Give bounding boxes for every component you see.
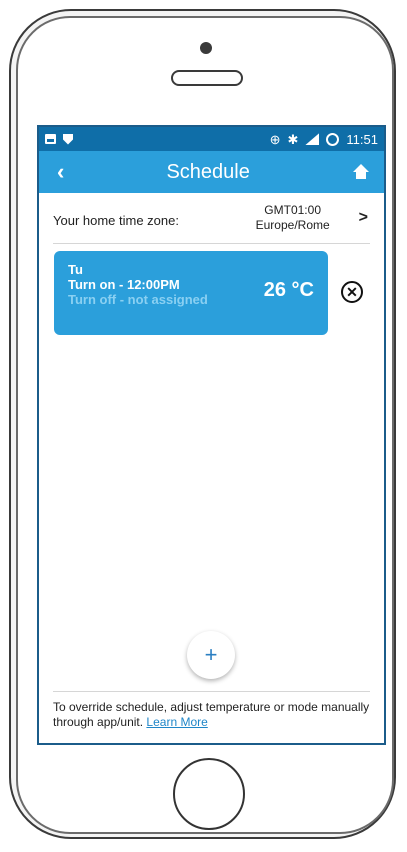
schedule-temperature: 26 °C	[263, 279, 314, 301]
timezone-label: Your home time zone:	[53, 212, 179, 228]
schedule-card[interactable]: Tu Turn on - 12:00PM Turn off - not assi…	[54, 251, 328, 335]
signal-icon	[305, 133, 320, 145]
timezone-offset: GMT01:00	[264, 203, 321, 217]
home-icon-body	[355, 171, 366, 179]
plus-icon: +	[204, 642, 218, 667]
schedule-day: Tu	[68, 262, 83, 277]
add-schedule-button[interactable]: +	[187, 631, 235, 679]
image-icon	[45, 134, 56, 144]
status-time: 11:51	[346, 131, 378, 147]
status-right-icons: ⊕ ✱ 11:51	[270, 132, 378, 147]
chevron-right-icon[interactable]: >	[359, 209, 368, 227]
home-icon[interactable]	[352, 163, 370, 181]
bluetooth-icon: ✱	[287, 131, 299, 147]
timezone-region: Europe/Rome	[255, 218, 330, 232]
status-left-icons	[45, 133, 73, 145]
status-bar: ⊕ ✱ 11:51	[39, 127, 384, 151]
home-button[interactable]	[173, 758, 245, 830]
chevron-left-icon[interactable]: ‹	[57, 161, 64, 183]
learn-more-link[interactable]: Learn More	[146, 715, 207, 729]
close-icon: ✕	[346, 284, 358, 300]
remove-schedule-button[interactable]: ✕	[341, 281, 363, 303]
battery-icon	[326, 132, 340, 146]
timezone-row[interactable]: Your home time zone: GMT01:00 Europe/Rom…	[53, 193, 370, 244]
earpiece-speaker	[171, 70, 243, 86]
timezone-value: GMT01:00 Europe/Rome	[245, 203, 341, 233]
app-bar: ‹ Schedule	[39, 151, 384, 193]
phone-screen: ⊕ ✱ 11:51 ‹ Schedule Your home time zone…	[37, 125, 386, 745]
footer-text: To override schedule, adjust temperature…	[53, 700, 370, 729]
sync-icon: ⊕	[269, 131, 281, 147]
shield-icon	[63, 133, 73, 145]
front-camera	[200, 42, 212, 54]
schedule-row: Tu Turn on - 12:00PM Turn off - not assi…	[39, 244, 384, 335]
page-title: Schedule	[166, 160, 250, 183]
footer-note: To override schedule, adjust temperature…	[53, 691, 370, 730]
